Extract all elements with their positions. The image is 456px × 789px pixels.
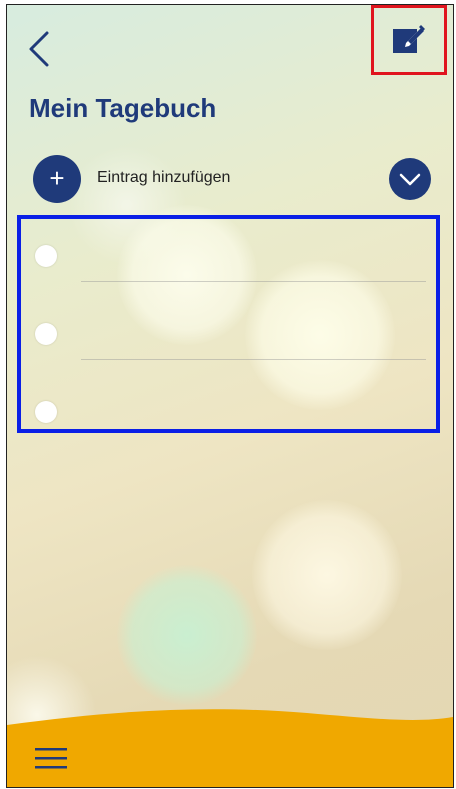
edit-button[interactable] bbox=[390, 21, 426, 57]
entry-text-field[interactable] bbox=[81, 241, 430, 273]
chevron-down-icon bbox=[399, 173, 421, 186]
menu-button[interactable] bbox=[33, 745, 71, 773]
chevron-left-icon bbox=[29, 31, 49, 67]
background-bokeh bbox=[117, 565, 257, 705]
hamburger-menu-icon bbox=[35, 748, 67, 769]
entry-text-field[interactable] bbox=[81, 319, 430, 351]
entry-radio[interactable] bbox=[35, 323, 57, 345]
expand-button[interactable] bbox=[389, 158, 431, 200]
add-entry-label[interactable]: Eintrag hinzufügen bbox=[97, 169, 230, 187]
entry-divider bbox=[81, 359, 426, 360]
edit-note-icon bbox=[393, 25, 425, 53]
list-item bbox=[21, 311, 436, 371]
entry-radio[interactable] bbox=[35, 401, 57, 423]
back-button[interactable] bbox=[25, 27, 53, 71]
page-title: Mein Tagebuch bbox=[29, 93, 217, 123]
background-bokeh bbox=[252, 500, 402, 650]
add-entry-row: + Eintrag hinzufügen bbox=[33, 155, 443, 205]
app-screen: Mein Tagebuch + Eintrag hinzufügen bbox=[6, 4, 454, 788]
entry-list bbox=[17, 215, 440, 433]
entry-divider bbox=[81, 281, 426, 282]
entry-text-field[interactable] bbox=[81, 397, 430, 429]
list-item bbox=[21, 233, 436, 293]
entry-radio[interactable] bbox=[35, 245, 57, 267]
list-item bbox=[21, 389, 436, 449]
bottom-bar bbox=[7, 709, 453, 787]
add-entry-button[interactable]: + bbox=[33, 155, 81, 203]
